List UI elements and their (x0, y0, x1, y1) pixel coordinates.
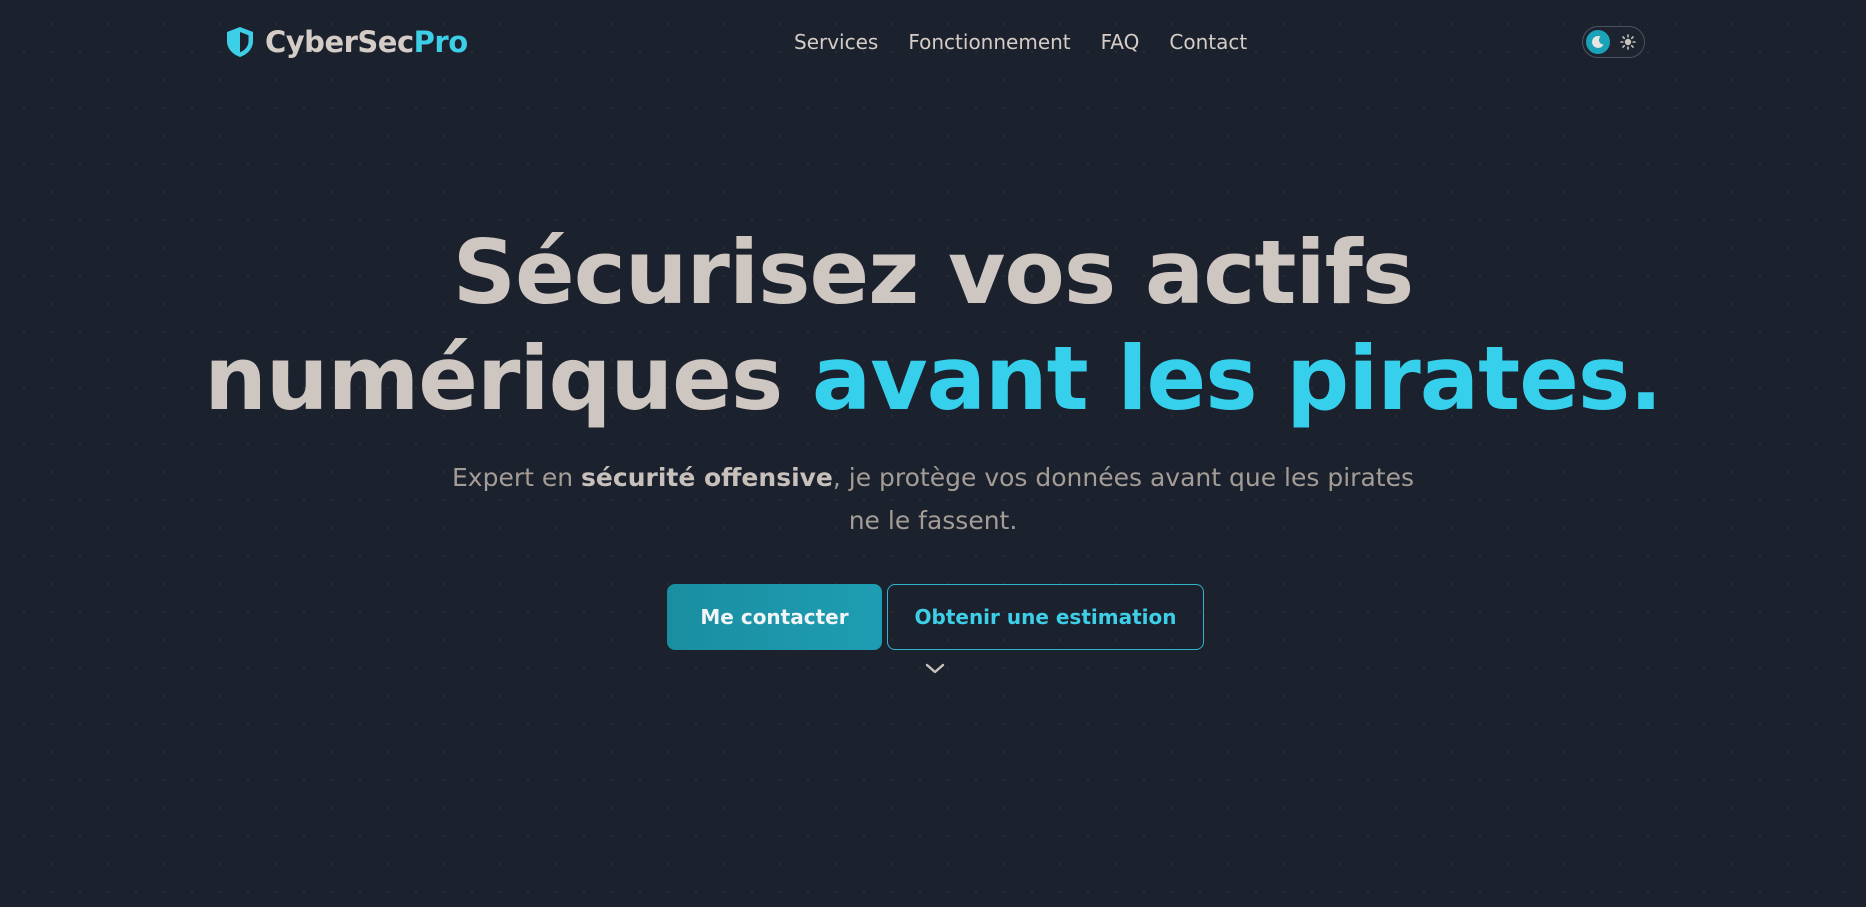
hero-title-accent: avant les pirates. (811, 327, 1663, 430)
nav-item-faq[interactable]: FAQ (1101, 30, 1140, 54)
hero-subtitle-pre: Expert en (452, 463, 582, 492)
brand-logo[interactable]: CyberSecPro (225, 24, 468, 60)
brand-name-accent: Pro (413, 24, 468, 59)
theme-toggle[interactable] (1582, 26, 1645, 58)
sun-icon (1619, 33, 1637, 51)
nav-item-services[interactable]: Services (794, 30, 878, 54)
nav-item-fonctionnement[interactable]: Fonctionnement (908, 30, 1070, 54)
main-nav: Services Fonctionnement FAQ Contact (794, 30, 1247, 54)
hero-subtitle-bold: sécurité offensive (581, 463, 833, 492)
landing-page: CyberSecPro Services Fonctionnement FAQ … (0, 0, 1866, 907)
hero-title-line1: Sécurisez vos actifs (452, 221, 1415, 324)
estimate-button[interactable]: Obtenir une estimation (887, 584, 1204, 650)
hero-subtitle-post: , je protège vos données avant que les p… (832, 463, 1414, 535)
hero-title-line2: numériques (204, 327, 812, 430)
contact-button[interactable]: Me contacter (667, 584, 882, 650)
brand-name: CyberSecPro (265, 24, 468, 59)
shield-icon (225, 26, 255, 58)
hero-title: Sécurisez vos actifs numériques avant le… (0, 220, 1866, 432)
chevron-down-icon[interactable] (923, 659, 947, 679)
nav-item-contact[interactable]: Contact (1169, 30, 1247, 54)
hero-subtitle: Expert en sécurité offensive, je protège… (433, 456, 1433, 542)
brand-name-main: CyberSec (265, 24, 414, 59)
moon-icon (1586, 30, 1610, 54)
